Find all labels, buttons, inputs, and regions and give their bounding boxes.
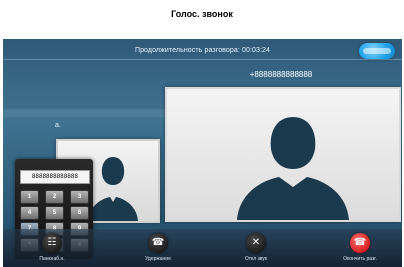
key-6[interactable]: 6 <box>70 206 89 220</box>
mute-button[interactable]: ✕ Откл звук <box>231 231 281 265</box>
call-screen: Продолжительность разговора: 00:03:24 +8… <box>3 39 402 267</box>
page-title: Голос. звонок <box>171 9 233 19</box>
key-4[interactable]: 4 <box>20 206 39 220</box>
mute-button-label: Откл звук <box>244 256 268 262</box>
mute-mic-icon: ✕ <box>246 233 266 253</box>
local-video-label: а. <box>55 122 61 129</box>
keypad-icon: ☷ <box>42 233 62 253</box>
key-2[interactable]: 2 <box>45 190 64 204</box>
key-3[interactable]: 3 <box>70 190 89 204</box>
end-call-button-label: Окончить разг. <box>343 256 377 262</box>
keypad-button[interactable]: ☷ Панкнаб.н. <box>27 231 77 265</box>
key-5[interactable]: 5 <box>45 206 64 220</box>
caller-number: +8888888888888 <box>249 70 313 79</box>
end-call-button[interactable]: ☎ Окончить разг. <box>335 231 385 265</box>
skype-logo <box>359 43 395 59</box>
key-1[interactable]: 1 <box>20 190 39 204</box>
hold-button[interactable]: ☎ Удержание <box>133 231 183 265</box>
divider <box>3 59 402 60</box>
keypad-button-label: Панкнаб.н. <box>39 256 65 262</box>
call-duration: Продолжительность разговора: 00:03:24 <box>134 47 271 54</box>
end-call-icon: ☎ <box>350 233 370 253</box>
keypad-display: 8888888888888 <box>20 170 90 184</box>
remote-video <box>165 87 401 222</box>
hold-button-label: Удержание <box>145 256 171 262</box>
hold-phone-icon: ☎ <box>148 233 168 253</box>
